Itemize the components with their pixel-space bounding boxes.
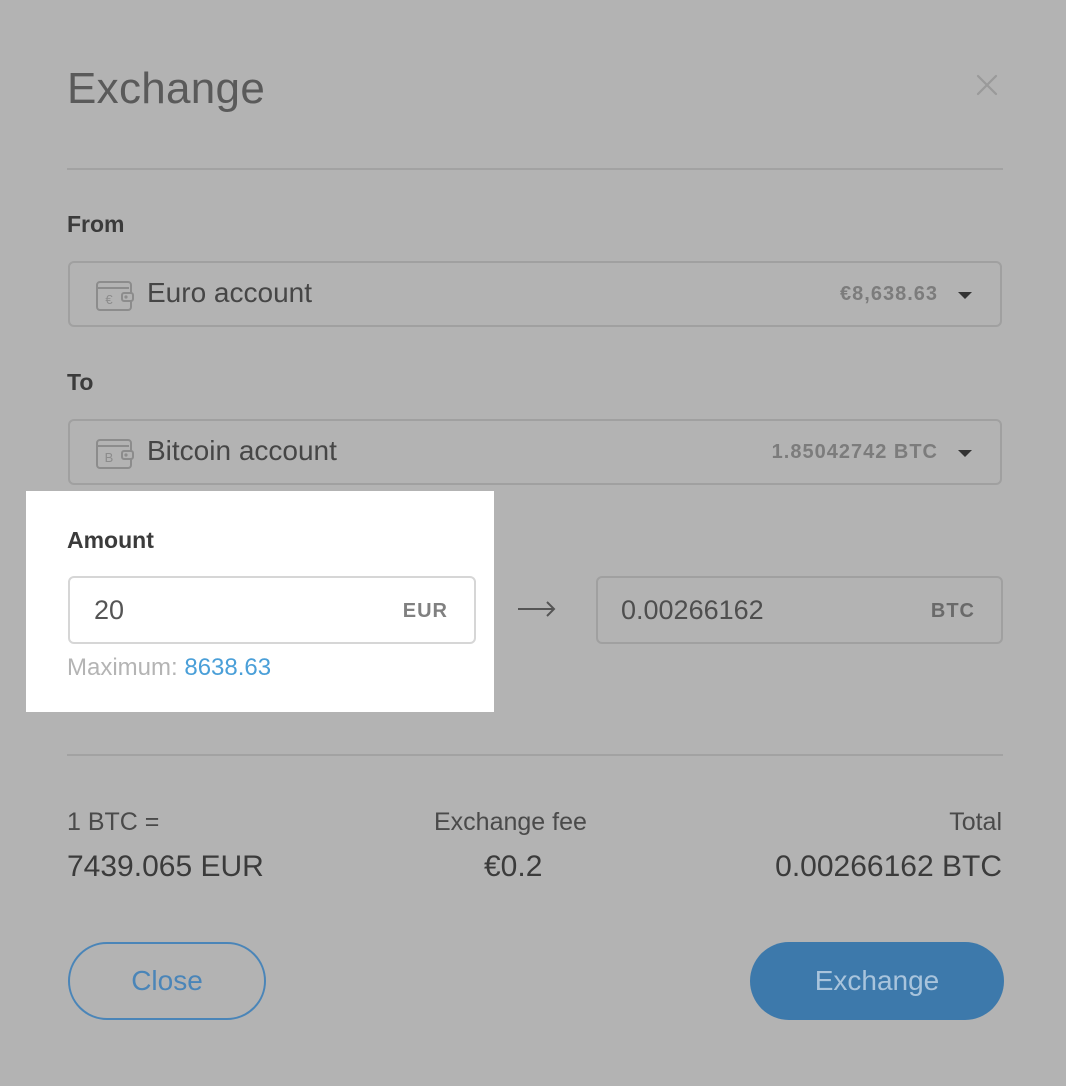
chevron-down-icon xyxy=(958,292,972,299)
from-account-balance: €8,638.63 xyxy=(840,283,938,305)
converted-amount-value: 0.00266162 xyxy=(621,595,764,625)
from-account-name: Euro account xyxy=(147,277,312,308)
chevron-down-icon xyxy=(958,450,972,457)
fee-label: Exchange fee xyxy=(434,808,587,836)
amount-section: Amount 20 EUR Maximum: 8638.63 xyxy=(26,491,494,712)
arrow-right-icon xyxy=(518,601,556,617)
converted-amount-currency: BTC xyxy=(930,600,975,622)
to-account-select[interactable]: B Bitcoin account 1.85042742 BTC xyxy=(68,419,1002,485)
from-label: From xyxy=(67,211,125,237)
exchange-button[interactable]: Exchange xyxy=(750,942,1004,1020)
rate-value: 7439.065 EUR xyxy=(67,850,264,883)
close-icon[interactable] xyxy=(974,72,1000,98)
maximum-link[interactable]: 8638.63 xyxy=(184,654,271,681)
bitcoin-wallet-icon: B xyxy=(96,439,134,469)
rate-label: 1 BTC = xyxy=(67,808,160,836)
converted-amount-field: 0.00266162 BTC xyxy=(596,576,1003,644)
page-title: Exchange xyxy=(67,64,266,113)
amount-input[interactable]: 20 EUR xyxy=(68,576,476,644)
total-label: Total xyxy=(949,808,1002,836)
from-account-select[interactable]: € Euro account €8,638.63 xyxy=(68,261,1002,327)
maximum-hint: Maximum: 8638.63 xyxy=(67,654,271,682)
maximum-label: Maximum: xyxy=(67,654,178,681)
to-account-balance: 1.85042742 BTC xyxy=(771,441,938,463)
amount-label: Amount xyxy=(67,527,154,553)
summary-divider xyxy=(67,754,1003,756)
euro-symbol: € xyxy=(105,292,113,307)
close-button[interactable]: Close xyxy=(68,942,266,1020)
to-label: To xyxy=(67,369,94,395)
euro-wallet-icon: € xyxy=(96,281,134,311)
bitcoin-symbol: B xyxy=(105,450,114,465)
total-value: 0.00266162 BTC xyxy=(775,850,1002,883)
amount-value: 20 xyxy=(94,595,125,625)
amount-currency: EUR xyxy=(402,600,448,622)
fee-value: €0.2 xyxy=(484,850,543,883)
header-divider xyxy=(67,168,1003,170)
to-account-name: Bitcoin account xyxy=(147,435,337,466)
